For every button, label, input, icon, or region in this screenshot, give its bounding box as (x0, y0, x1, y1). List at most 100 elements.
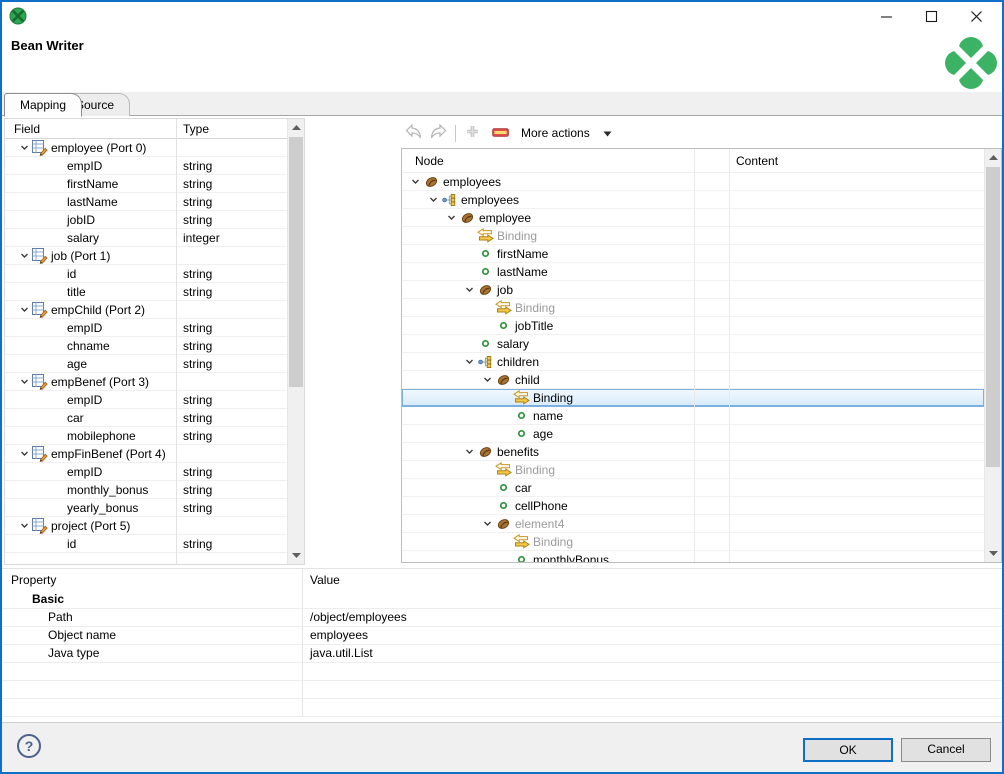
field-row[interactable]: empIDstring (5, 319, 287, 337)
property-value: employees (310, 627, 368, 644)
scroll-up-icon[interactable] (985, 149, 1001, 166)
minimize-button[interactable] (869, 6, 903, 30)
node-label: Binding (533, 535, 573, 549)
help-icon[interactable]: ? (17, 734, 41, 758)
node-row[interactable]: monthlyBonus (402, 551, 984, 563)
node-label: job (497, 283, 513, 297)
field-row[interactable]: idstring (5, 535, 287, 553)
binding-row[interactable]: Binding (402, 461, 984, 479)
chevron-expanded-icon[interactable] (17, 142, 31, 153)
chevron-expanded-icon[interactable] (17, 304, 31, 315)
node-tree-header: Node Content (402, 149, 1001, 173)
port-row[interactable]: employee (Port 0) (5, 139, 287, 157)
field-row[interactable]: chnamestring (5, 337, 287, 355)
more-actions-button[interactable]: More actions (521, 122, 612, 144)
ok-button[interactable]: OK (803, 738, 893, 762)
field-row[interactable]: idstring (5, 265, 287, 283)
chevron-expanded-icon[interactable] (426, 194, 440, 205)
port-label: project (Port 5) (51, 519, 130, 533)
property-row[interactable] (2, 699, 1002, 717)
field-row[interactable]: firstNamestring (5, 175, 287, 193)
field-row[interactable]: empIDstring (5, 463, 287, 481)
chevron-expanded-icon[interactable] (444, 212, 458, 223)
property-row[interactable]: Java typejava.util.List (2, 645, 1002, 663)
property-row[interactable]: Object nameemployees (2, 627, 1002, 645)
node-row[interactable]: element4 (402, 515, 984, 533)
field-type: string (183, 285, 212, 299)
chevron-expanded-icon[interactable] (462, 356, 476, 367)
chevron-expanded-icon[interactable] (480, 518, 494, 529)
scrollbar-thumb[interactable] (289, 137, 303, 387)
binding-row[interactable]: Binding (402, 227, 984, 245)
tree-scrollbar[interactable] (984, 149, 1001, 562)
node-row[interactable]: cellPhone (402, 497, 984, 515)
node-row[interactable]: children (402, 353, 984, 371)
port-row[interactable]: job (Port 1) (5, 247, 287, 265)
maximize-button[interactable] (914, 6, 948, 30)
chevron-expanded-icon[interactable] (462, 284, 476, 295)
field-row[interactable]: salaryinteger (5, 229, 287, 247)
field-row[interactable]: yearly_bonusstring (5, 499, 287, 517)
field-row[interactable]: agestring (5, 355, 287, 373)
binding-row[interactable]: Binding (402, 389, 984, 407)
node-row[interactable]: jobTitle (402, 317, 984, 335)
property-row[interactable]: Basic (2, 591, 1002, 609)
tab-mapping[interactable]: Mapping (4, 93, 82, 117)
scrollbar-thumb[interactable] (986, 167, 1000, 467)
chevron-expanded-icon[interactable] (408, 176, 422, 187)
port-row[interactable]: empBenef (Port 3) (5, 373, 287, 391)
cancel-button[interactable]: Cancel (901, 738, 991, 762)
node-row[interactable]: age (402, 425, 984, 443)
node-row[interactable]: lastName (402, 263, 984, 281)
node-row[interactable]: employees (402, 173, 984, 191)
port-row[interactable]: empFinBenef (Port 4) (5, 445, 287, 463)
property-row[interactable] (2, 681, 1002, 699)
close-button[interactable] (959, 6, 993, 30)
remove-button[interactable] (489, 122, 512, 144)
chevron-expanded-icon[interactable] (462, 446, 476, 457)
field-row[interactable]: jobIDstring (5, 211, 287, 229)
fields-scrollbar[interactable] (287, 119, 304, 564)
add-button[interactable] (462, 122, 483, 144)
chevron-expanded-icon[interactable] (17, 448, 31, 459)
binding-row[interactable]: Binding (402, 533, 984, 551)
node-row[interactable]: child (402, 371, 984, 389)
port-row[interactable]: project (Port 5) (5, 517, 287, 535)
back-arrow-button[interactable] (401, 122, 426, 144)
chevron-expanded-icon[interactable] (17, 376, 31, 387)
property-row[interactable] (2, 663, 1002, 681)
scroll-down-icon[interactable] (288, 547, 304, 564)
node-row[interactable]: car (402, 479, 984, 497)
node-row[interactable]: name (402, 407, 984, 425)
chevron-expanded-icon[interactable] (17, 250, 31, 261)
node-row[interactable]: job (402, 281, 984, 299)
node-row[interactable]: employees (402, 191, 984, 209)
field-row[interactable]: carstring (5, 409, 287, 427)
chevron-expanded-icon[interactable] (17, 520, 31, 531)
node-row[interactable]: employee (402, 209, 984, 227)
chevron-expanded-icon[interactable] (480, 374, 494, 385)
close-icon (970, 10, 983, 26)
property-row[interactable]: Path/object/employees (2, 609, 1002, 627)
field-row[interactable]: mobilephonestring (5, 427, 287, 445)
field-row[interactable] (5, 553, 287, 565)
minimize-icon (880, 10, 893, 26)
node-row[interactable]: salary (402, 335, 984, 353)
node-label: monthlyBonus (533, 553, 609, 564)
field-row[interactable]: empIDstring (5, 391, 287, 409)
field-label: age (67, 357, 87, 371)
scroll-down-icon[interactable] (985, 545, 1001, 562)
node-row[interactable]: firstName (402, 245, 984, 263)
forward-arrow-button[interactable] (426, 122, 451, 144)
port-row[interactable]: empChild (Port 2) (5, 301, 287, 319)
property-label: Path (48, 609, 73, 626)
field-row[interactable]: lastNamestring (5, 193, 287, 211)
scroll-up-icon[interactable] (288, 119, 304, 136)
field-row[interactable]: monthly_bonusstring (5, 481, 287, 499)
clover-app-icon (9, 7, 27, 25)
node-row[interactable]: benefits (402, 443, 984, 461)
field-row[interactable]: titlestring (5, 283, 287, 301)
field-row[interactable]: empIDstring (5, 157, 287, 175)
binding-row[interactable]: Binding (402, 299, 984, 317)
binding-icon (494, 300, 512, 315)
